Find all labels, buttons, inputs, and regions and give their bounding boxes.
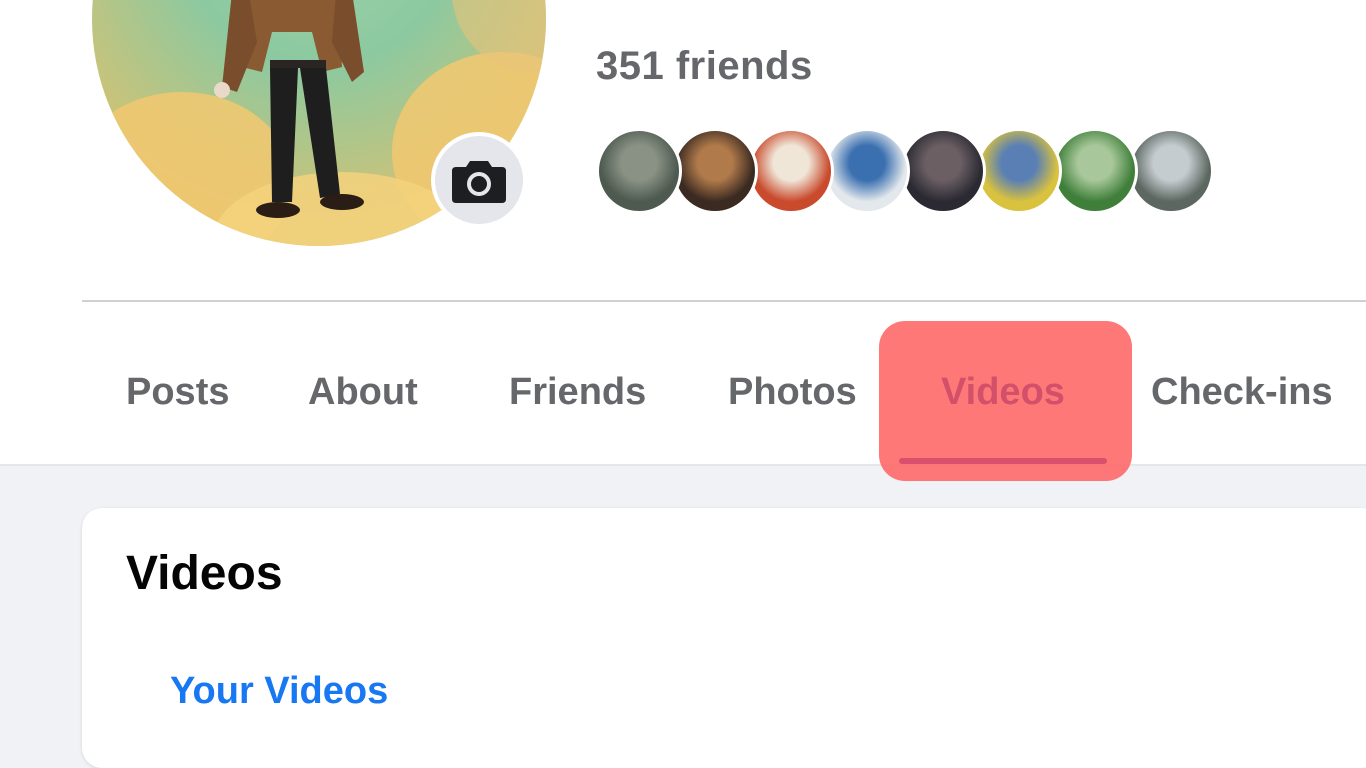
your-videos-link[interactable]: Your Videos (170, 670, 388, 713)
camera-icon (452, 161, 506, 203)
header-divider (82, 300, 1366, 302)
avatar-figure (214, 0, 364, 218)
friend-avatar[interactable] (824, 128, 910, 214)
tab-posts[interactable]: Posts (126, 322, 229, 462)
videos-card-title: Videos (126, 547, 283, 600)
friend-avatar[interactable] (672, 128, 758, 214)
friend-count[interactable]: 351 friends (596, 44, 813, 89)
tab-about[interactable]: About (308, 322, 418, 462)
friend-avatar[interactable] (596, 128, 682, 214)
friend-avatar[interactable] (976, 128, 1062, 214)
friend-avatar[interactable] (900, 128, 986, 214)
videos-card: Videos Your Videos (82, 508, 1366, 768)
tab-videos[interactable]: Videos (941, 322, 1065, 462)
friend-avatar[interactable] (1128, 128, 1214, 214)
profile-header: 351 friends Posts About Friends Photos V… (0, 0, 1366, 481)
update-profile-picture-button[interactable] (431, 132, 527, 228)
tab-check-ins[interactable]: Check-ins (1151, 322, 1333, 462)
friend-avatar[interactable] (1052, 128, 1138, 214)
tab-photos[interactable]: Photos (728, 322, 857, 462)
tab-friends[interactable]: Friends (509, 322, 646, 462)
friend-avatar[interactable] (748, 128, 834, 214)
